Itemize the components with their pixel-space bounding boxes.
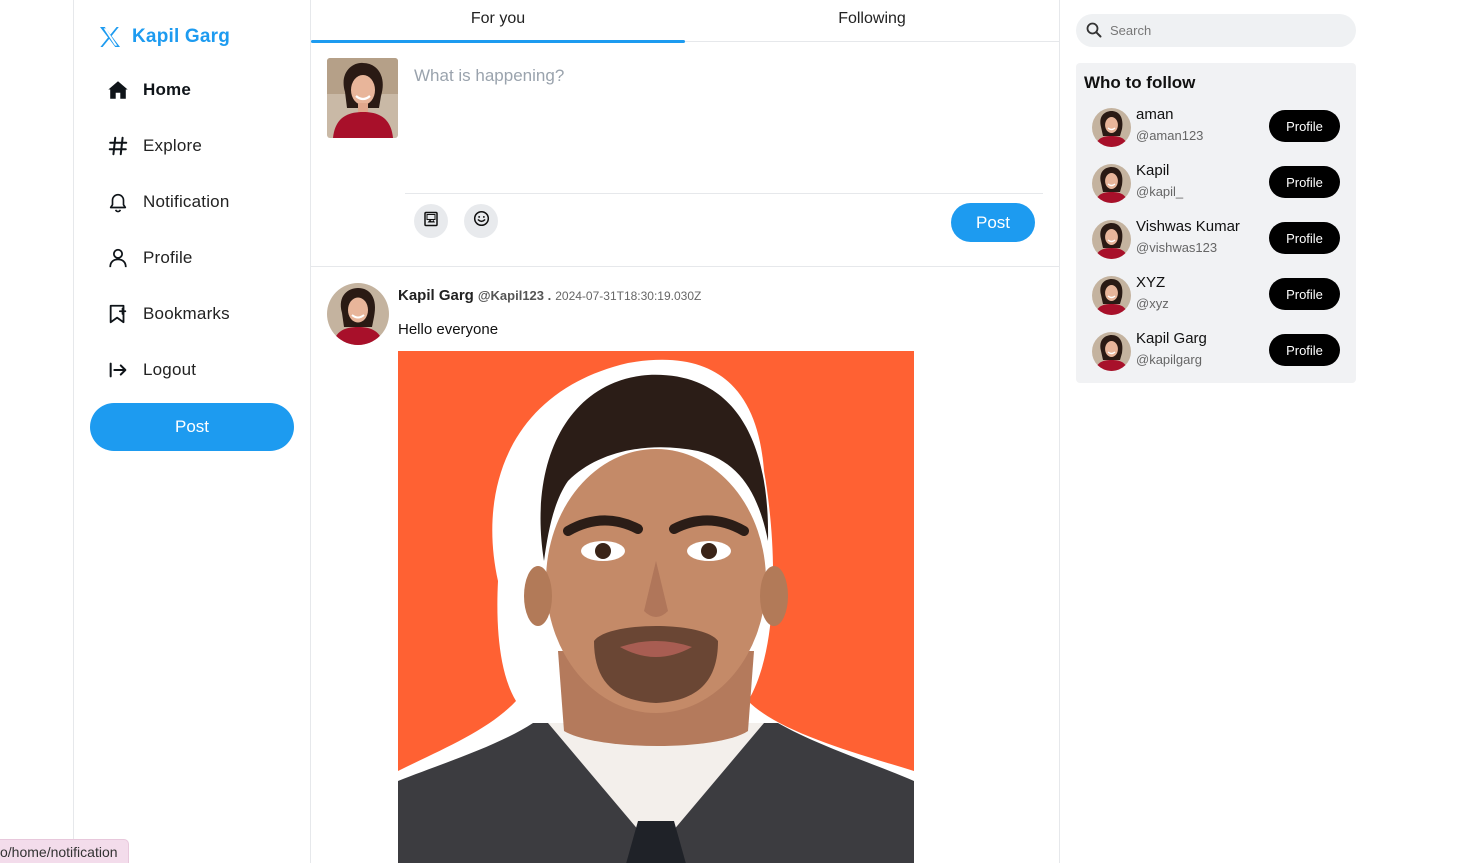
who-to-follow-title: Who to follow [1084,73,1196,92]
composer-post-button[interactable]: Post [951,203,1035,242]
brand[interactable]: Kapil Garg [98,24,230,50]
tweet-text: Hello everyone [398,321,499,338]
follow-suggestion: XYZ @xyz Profile [1092,274,1340,316]
nav-item-home[interactable]: Home [107,75,191,105]
search-input[interactable] [1110,14,1346,47]
add-image-button[interactable] [414,204,448,238]
nav-label-profile: Profile [143,248,193,267]
tweet: Kapil Garg @Kapil123 . 2024-07-31T18:30:… [311,268,1059,863]
avatar[interactable] [1092,108,1131,147]
follow-name: Kapil Garg [1136,330,1207,347]
hashtag-icon [107,135,129,157]
user-icon [107,247,129,269]
profile-button[interactable]: Profile [1269,166,1340,198]
profile-button[interactable]: Profile [1269,222,1340,254]
follow-handle: @kapilgarg [1136,352,1202,367]
avatar[interactable] [1092,332,1131,371]
composer-input[interactable] [414,66,1034,186]
add-emoji-button[interactable] [464,204,498,238]
nav-label-home: Home [143,80,192,99]
follow-suggestion: Vishwas Kumar @vishwas123 Profile [1092,218,1340,260]
brand-name: Kapil Garg [132,26,231,47]
follow-suggestion: Kapil @kapil_ Profile [1092,162,1340,204]
tweet-author-handle: @Kapil123 . [477,288,552,303]
nav-item-notification[interactable]: Notification [107,187,230,217]
tweet-image[interactable] [398,351,914,863]
composer-avatar [327,58,398,138]
follow-name: aman [1136,106,1174,123]
nav-label-bookmarks: Bookmarks [143,304,230,323]
composer: Post [311,42,1059,267]
follow-handle: @kapil_ [1136,184,1184,199]
tab-for-you[interactable]: For you [311,0,685,43]
home-icon [107,79,129,101]
avatar[interactable] [1092,220,1131,259]
tweet-header: Kapil Garg @Kapil123 . 2024-07-31T18:30:… [398,287,701,304]
tab-following[interactable]: Following [685,0,1059,42]
profile-button[interactable]: Profile [1269,334,1340,366]
follow-name: Vishwas Kumar [1136,218,1240,235]
who-to-follow-panel: Who to follow aman @aman123 Profile Kapi… [1076,63,1356,383]
nav-item-bookmarks[interactable]: Bookmarks [107,299,230,329]
nav-item-logout[interactable]: Logout [107,355,196,385]
follow-name: Kapil [1136,162,1170,179]
emoji-icon [473,210,490,232]
tweet-timestamp: 2024-07-31T18:30:19.030Z [555,289,702,303]
follow-name: XYZ [1136,274,1166,291]
profile-button[interactable]: Profile [1269,278,1340,310]
nav-item-explore[interactable]: Explore [107,131,202,161]
status-bar-url: o/home/notification [0,839,129,863]
logout-icon [107,359,129,381]
nav-item-profile[interactable]: Profile [107,243,193,273]
avatar[interactable] [1092,276,1131,315]
follow-handle: @xyz [1136,296,1169,311]
follow-suggestion: Kapil Garg @kapilgarg Profile [1092,330,1340,372]
bell-icon [107,191,129,213]
follow-handle: @vishwas123 [1136,240,1218,255]
image-icon [423,211,439,232]
x-logo-icon [98,25,122,49]
composer-divider [405,193,1043,194]
follow-handle: @aman123 [1136,128,1204,143]
right-sidebar: Who to follow aman @aman123 Profile Kapi… [1076,14,1356,383]
left-sidebar: Kapil Garg Home Explore Notification Pro… [73,0,311,863]
nav-label-notification: Notification [143,192,230,211]
avatar[interactable] [1092,164,1131,203]
main-feed: For you Following Post [311,0,1060,863]
sidebar-post-button[interactable]: Post [90,403,294,451]
nav-label-logout: Logout [143,360,197,379]
feed-tabs: For you Following [311,0,1059,43]
follow-suggestion: aman @aman123 Profile [1092,106,1340,148]
search-icon [1086,22,1102,38]
nav-label-explore: Explore [143,136,203,155]
bookmark-icon [107,303,129,325]
tweet-avatar[interactable] [327,283,389,345]
search-bar [1076,14,1356,47]
profile-button[interactable]: Profile [1269,110,1340,142]
tweet-author-name[interactable]: Kapil Garg [398,287,474,304]
